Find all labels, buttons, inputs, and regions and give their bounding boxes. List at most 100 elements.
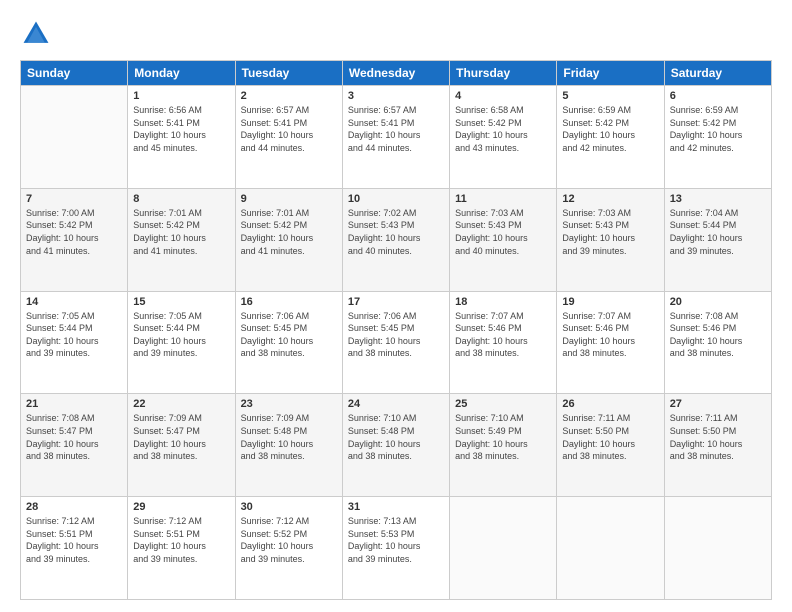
sunrise-text: Sunrise: 7:06 AM bbox=[348, 310, 444, 323]
sunset-text: Sunset: 5:43 PM bbox=[562, 219, 658, 232]
day-info: Sunrise: 7:09 AMSunset: 5:48 PMDaylight:… bbox=[241, 412, 337, 462]
calendar-cell: 21Sunrise: 7:08 AMSunset: 5:47 PMDayligh… bbox=[21, 394, 128, 497]
day-info: Sunrise: 7:11 AMSunset: 5:50 PMDaylight:… bbox=[562, 412, 658, 462]
sunset-text: Sunset: 5:41 PM bbox=[348, 117, 444, 130]
day-number: 3 bbox=[348, 90, 444, 102]
day-number: 11 bbox=[455, 193, 551, 205]
day-number: 26 bbox=[562, 398, 658, 410]
weekday-header-sunday: Sunday bbox=[21, 61, 128, 86]
header bbox=[20, 18, 772, 50]
sunset-text: Sunset: 5:41 PM bbox=[133, 117, 229, 130]
weekday-header-thursday: Thursday bbox=[450, 61, 557, 86]
sunset-text: Sunset: 5:46 PM bbox=[455, 322, 551, 335]
day-number: 25 bbox=[455, 398, 551, 410]
sunset-text: Sunset: 5:42 PM bbox=[241, 219, 337, 232]
day-number: 28 bbox=[26, 501, 122, 513]
daylight-text: Daylight: 10 hoursand 39 minutes. bbox=[133, 335, 229, 360]
calendar-cell: 31Sunrise: 7:13 AMSunset: 5:53 PMDayligh… bbox=[342, 497, 449, 600]
calendar-cell bbox=[664, 497, 771, 600]
daylight-text: Daylight: 10 hoursand 38 minutes. bbox=[241, 438, 337, 463]
calendar-cell: 11Sunrise: 7:03 AMSunset: 5:43 PMDayligh… bbox=[450, 188, 557, 291]
day-number: 30 bbox=[241, 501, 337, 513]
day-info: Sunrise: 7:01 AMSunset: 5:42 PMDaylight:… bbox=[133, 207, 229, 257]
sunrise-text: Sunrise: 7:05 AM bbox=[133, 310, 229, 323]
day-info: Sunrise: 7:00 AMSunset: 5:42 PMDaylight:… bbox=[26, 207, 122, 257]
day-number: 15 bbox=[133, 296, 229, 308]
sunset-text: Sunset: 5:51 PM bbox=[133, 528, 229, 541]
calendar-cell: 5 Sunrise: 6:59 AMSunset: 5:42 PMDaylight… bbox=[557, 86, 664, 189]
calendar-cell: 30Sunrise: 7:12 AMSunset: 5:52 PMDayligh… bbox=[235, 497, 342, 600]
sunrise-text: Sunrise: 6:58 AM bbox=[455, 104, 551, 117]
sunrise-text: Sunrise: 7:11 AM bbox=[670, 412, 766, 425]
calendar-cell: 17Sunrise: 7:06 AMSunset: 5:45 PMDayligh… bbox=[342, 291, 449, 394]
calendar-cell: 18Sunrise: 7:07 AMSunset: 5:46 PMDayligh… bbox=[450, 291, 557, 394]
day-number: 16 bbox=[241, 296, 337, 308]
daylight-text: Daylight: 10 hoursand 38 minutes. bbox=[133, 438, 229, 463]
calendar-week-row-2: 7Sunrise: 7:00 AMSunset: 5:42 PMDaylight… bbox=[21, 188, 772, 291]
calendar-cell bbox=[450, 497, 557, 600]
sunrise-text: Sunrise: 7:11 AM bbox=[562, 412, 658, 425]
calendar-cell: 8Sunrise: 7:01 AMSunset: 5:42 PMDaylight… bbox=[128, 188, 235, 291]
sunset-text: Sunset: 5:44 PM bbox=[670, 219, 766, 232]
sunrise-text: Sunrise: 7:12 AM bbox=[26, 515, 122, 528]
sunrise-text: Sunrise: 6:59 AM bbox=[670, 104, 766, 117]
day-info: Sunrise: 7:11 AMSunset: 5:50 PMDaylight:… bbox=[670, 412, 766, 462]
sunrise-text: Sunrise: 7:03 AM bbox=[562, 207, 658, 220]
sunset-text: Sunset: 5:51 PM bbox=[26, 528, 122, 541]
daylight-text: Daylight: 10 hoursand 42 minutes. bbox=[562, 129, 658, 154]
weekday-header-monday: Monday bbox=[128, 61, 235, 86]
calendar-cell: 28 Sunrise: 7:12 AMSunset: 5:51 PMDayligh… bbox=[21, 497, 128, 600]
calendar-cell: 1Sunrise: 6:56 AMSunset: 5:41 PMDaylight… bbox=[128, 86, 235, 189]
sunset-text: Sunset: 5:43 PM bbox=[455, 219, 551, 232]
day-info: Sunrise: 7:03 AMSunset: 5:43 PMDaylight:… bbox=[562, 207, 658, 257]
logo bbox=[20, 18, 56, 50]
day-info: Sunrise: 6:57 AMSunset: 5:41 PMDaylight:… bbox=[241, 104, 337, 154]
daylight-text: Daylight: 10 hoursand 44 minutes. bbox=[348, 129, 444, 154]
sunset-text: Sunset: 5:48 PM bbox=[241, 425, 337, 438]
weekday-header-row: SundayMondayTuesdayWednesdayThursdayFrid… bbox=[21, 61, 772, 86]
day-number: 24 bbox=[348, 398, 444, 410]
day-info: Sunrise: 7:08 AMSunset: 5:47 PMDaylight:… bbox=[26, 412, 122, 462]
logo-icon bbox=[20, 18, 52, 50]
daylight-text: Daylight: 10 hoursand 41 minutes. bbox=[241, 232, 337, 257]
day-number: 5 bbox=[562, 90, 658, 102]
sunrise-text: Sunrise: 6:57 AM bbox=[348, 104, 444, 117]
day-number: 12 bbox=[562, 193, 658, 205]
sunrise-text: Sunrise: 6:56 AM bbox=[133, 104, 229, 117]
day-info: Sunrise: 7:05 AMSunset: 5:44 PMDaylight:… bbox=[133, 310, 229, 360]
sunset-text: Sunset: 5:42 PM bbox=[133, 219, 229, 232]
day-number: 17 bbox=[348, 296, 444, 308]
calendar-cell: 14Sunrise: 7:05 AMSunset: 5:44 PMDayligh… bbox=[21, 291, 128, 394]
calendar-cell: 7Sunrise: 7:00 AMSunset: 5:42 PMDaylight… bbox=[21, 188, 128, 291]
daylight-text: Daylight: 10 hoursand 38 minutes. bbox=[348, 438, 444, 463]
daylight-text: Daylight: 10 hoursand 39 minutes. bbox=[348, 540, 444, 565]
sunset-text: Sunset: 5:47 PM bbox=[133, 425, 229, 438]
calendar-cell: 12 Sunrise: 7:03 AMSunset: 5:43 PMDayligh… bbox=[557, 188, 664, 291]
day-number: 27 bbox=[670, 398, 766, 410]
sunrise-text: Sunrise: 7:09 AM bbox=[241, 412, 337, 425]
sunset-text: Sunset: 5:45 PM bbox=[348, 322, 444, 335]
sunrise-text: Sunrise: 6:59 AM bbox=[562, 104, 658, 117]
day-info: Sunrise: 6:58 AMSunset: 5:42 PMDaylight:… bbox=[455, 104, 551, 154]
day-info: Sunrise: 6:56 AMSunset: 5:41 PMDaylight:… bbox=[133, 104, 229, 154]
weekday-header-saturday: Saturday bbox=[664, 61, 771, 86]
day-info: Sunrise: 7:05 AMSunset: 5:44 PMDaylight:… bbox=[26, 310, 122, 360]
calendar-cell: 13Sunrise: 7:04 AMSunset: 5:44 PMDayligh… bbox=[664, 188, 771, 291]
daylight-text: Daylight: 10 hoursand 39 minutes. bbox=[26, 335, 122, 360]
daylight-text: Daylight: 10 hoursand 41 minutes. bbox=[133, 232, 229, 257]
sunrise-text: Sunrise: 7:09 AM bbox=[133, 412, 229, 425]
sunrise-text: Sunrise: 7:10 AM bbox=[455, 412, 551, 425]
day-info: Sunrise: 7:07 AMSunset: 5:46 PMDaylight:… bbox=[562, 310, 658, 360]
daylight-text: Daylight: 10 hoursand 42 minutes. bbox=[670, 129, 766, 154]
calendar-cell: 10Sunrise: 7:02 AMSunset: 5:43 PMDayligh… bbox=[342, 188, 449, 291]
sunset-text: Sunset: 5:53 PM bbox=[348, 528, 444, 541]
calendar-cell: 24Sunrise: 7:10 AMSunset: 5:48 PMDayligh… bbox=[342, 394, 449, 497]
sunset-text: Sunset: 5:47 PM bbox=[26, 425, 122, 438]
daylight-text: Daylight: 10 hoursand 38 minutes. bbox=[241, 335, 337, 360]
day-info: Sunrise: 6:59 AMSunset: 5:42 PMDaylight:… bbox=[562, 104, 658, 154]
daylight-text: Daylight: 10 hoursand 38 minutes. bbox=[455, 335, 551, 360]
day-info: Sunrise: 7:12 AMSunset: 5:51 PMDaylight:… bbox=[26, 515, 122, 565]
daylight-text: Daylight: 10 hoursand 38 minutes. bbox=[26, 438, 122, 463]
sunrise-text: Sunrise: 7:04 AM bbox=[670, 207, 766, 220]
sunrise-text: Sunrise: 7:12 AM bbox=[133, 515, 229, 528]
